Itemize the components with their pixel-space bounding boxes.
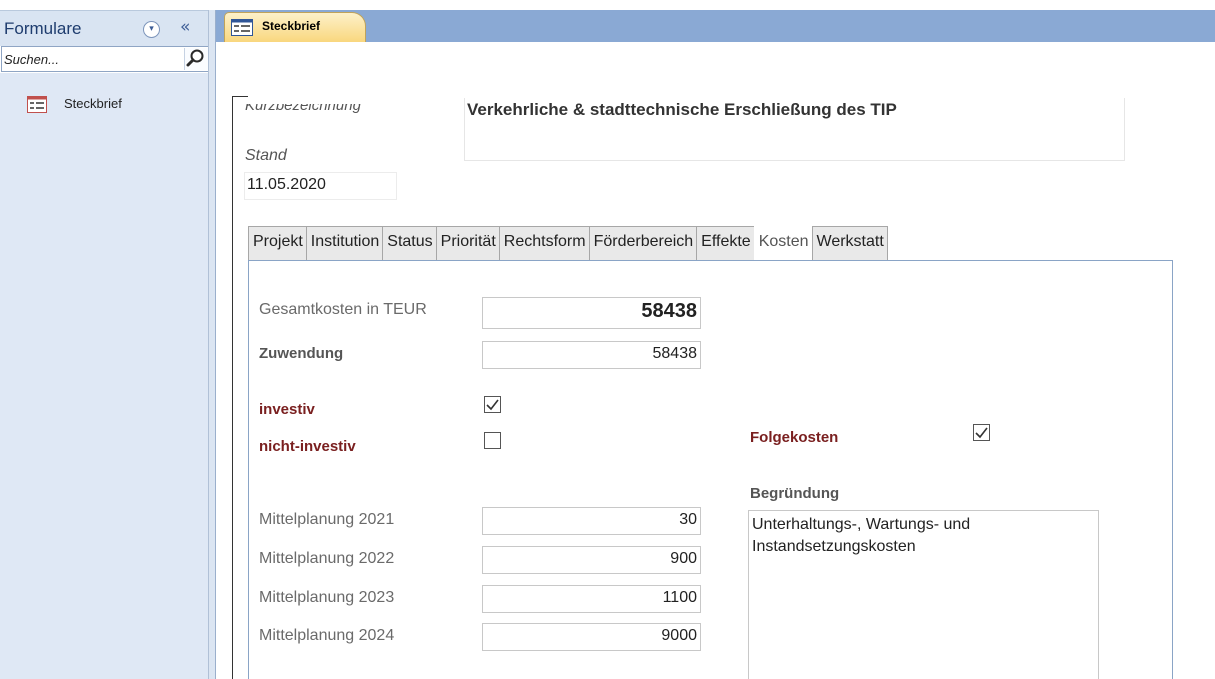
shutter-bar-collapse-icon[interactable]: « — [180, 17, 190, 37]
tab-control: Projekt Institution Status Priorität Rec… — [248, 226, 888, 262]
form-steckbrief: Kurzbezeichnung Verkehrliche & stadttech… — [216, 42, 1215, 679]
navigation-pane: Formulare ▾ « Suchen... Steckbrief — [0, 0, 211, 679]
mittelplanung-2023-field[interactable]: 1100 — [482, 585, 701, 613]
zuwendung-label: Zuwendung — [259, 345, 344, 362]
tab-projekt[interactable]: Projekt — [248, 226, 307, 261]
form-edge-line-top — [232, 96, 248, 97]
nav-title: Formulare — [4, 19, 82, 38]
checkmark-icon — [486, 399, 499, 411]
stand-field[interactable]: 11.05.2020 — [244, 172, 397, 200]
mittelplanung-2024-field[interactable]: 9000 — [482, 623, 701, 651]
tab-werkstatt[interactable]: Werkstatt — [811, 226, 888, 261]
kurzbezeichnung-label: Kurzbezeichnung — [245, 97, 361, 114]
access-window: Formulare ▾ « Suchen... Steckbrief Steck… — [0, 0, 1215, 679]
gesamtkosten-label: Gesamtkosten in TEUR — [259, 301, 427, 318]
nicht-investiv-label: nicht-investiv — [259, 438, 356, 455]
nav-search-box — [1, 46, 211, 72]
nav-dropdown-icon[interactable]: ▾ — [143, 21, 160, 38]
document-tab-label: Steckbrief — [262, 19, 321, 33]
investiv-checkbox[interactable] — [484, 396, 501, 413]
kurzbezeichnung-field[interactable]: Verkehrliche & stadttechnische Erschließ… — [464, 98, 1125, 161]
tab-effekte[interactable]: Effekte — [696, 226, 755, 261]
tab-institution[interactable]: Institution — [305, 226, 384, 261]
investiv-label: investiv — [259, 401, 315, 418]
tab-rechtsform[interactable]: Rechtsform — [498, 226, 590, 261]
nav-search-input[interactable] — [4, 49, 182, 69]
nav-item-label: Steckbrief — [64, 96, 122, 111]
tab-status[interactable]: Status — [382, 226, 437, 261]
form-edge-line — [232, 96, 233, 679]
folgekosten-label: Folgekosten — [750, 429, 839, 446]
checkmark-icon — [975, 427, 988, 439]
search-button[interactable] — [184, 48, 208, 70]
mittelplanung-2021-field[interactable]: 30 — [482, 507, 701, 535]
form-icon — [27, 96, 47, 113]
form-icon — [231, 19, 253, 36]
mittelplanung-2022-field[interactable]: 900 — [482, 546, 701, 574]
mittelplanung-2024-label: Mittelplanung 2024 — [259, 627, 395, 644]
pane-splitter[interactable] — [208, 10, 216, 679]
folgekosten-checkbox[interactable] — [973, 424, 990, 441]
begruendung-field[interactable]: Unterhaltungs-, Wartungs- und Instandset… — [748, 510, 1099, 679]
document-tab-strip: Steckbrief — [216, 10, 1215, 42]
stand-label: Stand — [245, 147, 287, 164]
nav-object-list: Steckbrief — [0, 73, 208, 679]
nav-item-steckbrief[interactable]: Steckbrief — [0, 86, 208, 124]
tab-panel-kosten: Gesamtkosten in TEUR 58438 Zuwendung 584… — [248, 260, 1173, 679]
nav-header[interactable]: Formulare ▾ « — [0, 10, 208, 46]
mittelplanung-2023-label: Mittelplanung 2023 — [259, 589, 395, 606]
begruendung-label: Begründung — [750, 485, 840, 502]
tab-kosten[interactable]: Kosten — [753, 226, 813, 262]
tab-prioritaet[interactable]: Priorität — [435, 226, 500, 261]
gesamtkosten-field[interactable]: 58438 — [482, 297, 701, 329]
document-tab-steckbrief[interactable]: Steckbrief — [224, 12, 366, 42]
mittelplanung-2021-label: Mittelplanung 2021 — [259, 511, 395, 528]
mittelplanung-2022-label: Mittelplanung 2022 — [259, 550, 395, 567]
search-icon — [186, 49, 204, 67]
nicht-investiv-checkbox[interactable] — [484, 432, 501, 449]
zuwendung-field[interactable]: 58438 — [482, 341, 701, 369]
tab-foerderbereich[interactable]: Förderbereich — [588, 226, 698, 261]
kurzbezeichnung-value: Verkehrliche & stadttechnische Erschließ… — [467, 100, 897, 119]
